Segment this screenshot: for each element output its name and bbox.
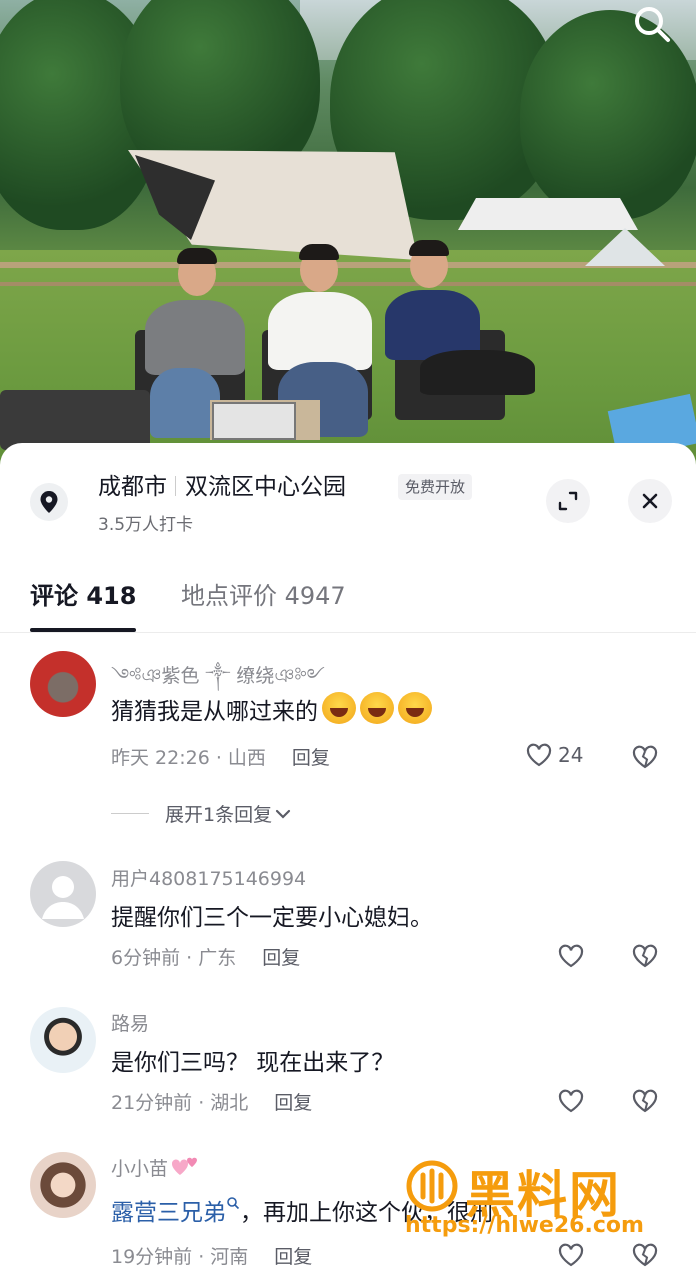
watermark-logo-icon (406, 1160, 458, 1212)
avatar[interactable] (30, 1152, 96, 1218)
dislike-button[interactable] (630, 1086, 660, 1116)
search-icon[interactable] (630, 2, 674, 46)
avatar[interactable] (30, 1007, 96, 1073)
reply-button[interactable]: 回复 (274, 1092, 312, 1114)
free-entry-badge: 免费开放 (398, 474, 473, 500)
person-hair (409, 240, 449, 256)
person-hair (299, 244, 339, 260)
username-text: 小小苗 (111, 1158, 169, 1180)
like-button[interactable]: 24 (524, 740, 583, 770)
watermark: 黑料网 https://hlwe26.com (405, 1155, 661, 1247)
map-pin-icon (30, 483, 68, 521)
location-photo[interactable] (0, 0, 696, 470)
close-icon (642, 493, 658, 509)
comment-meta: 6分钟前 · 广东 回复 (111, 943, 300, 970)
like-button[interactable] (556, 1086, 586, 1116)
like-count: 24 (558, 743, 584, 767)
comment-meta: 21分钟前 · 湖北 回复 (111, 1088, 312, 1115)
person-white-shirt (268, 292, 372, 370)
expand-icon (558, 491, 578, 511)
avatar[interactable] (30, 651, 96, 717)
avatar[interactable] (30, 861, 96, 927)
dislike-button[interactable] (630, 742, 660, 772)
comment-username[interactable]: 路易 (111, 1009, 149, 1036)
heart-icon (558, 944, 584, 968)
comment-meta: 昨天 22:26 · 山西 回复 (111, 743, 330, 770)
divider-line (111, 813, 149, 814)
person-shorts (420, 350, 535, 395)
comment-time-region: 昨天 22:26 · 山西 (111, 747, 266, 769)
title-divider (175, 476, 176, 496)
checkin-count: 3.5万人打卡 (98, 515, 194, 535)
reply-button[interactable]: 回复 (292, 747, 330, 769)
comment-username[interactable]: 小小苗 (111, 1154, 200, 1181)
watermark-url: https://hlwe26.com (405, 1213, 644, 1238)
mention-link[interactable]: 露营三兄弟 (111, 1200, 226, 1226)
person-grey-shirt (145, 300, 245, 375)
default-avatar-icon (42, 876, 84, 919)
comment-text: 提醒你们三个一定要小心媳妇。 (111, 905, 433, 931)
laughing-crying-emoji-icon (398, 692, 432, 724)
comment-text: 是你们三吗？ 现在出来了？ (111, 1050, 395, 1076)
comment-time-region: 19分钟前 · 河南 (111, 1246, 249, 1268)
broken-heart-icon (632, 944, 658, 968)
comment-time-region: 6分钟前 · 广东 (111, 947, 237, 969)
place-name: 双流区中心公园 (185, 474, 346, 500)
search-icon (227, 1197, 240, 1210)
close-button[interactable] (628, 479, 672, 523)
person-hair (177, 248, 217, 264)
city-name: 成都市 (98, 474, 167, 500)
chevron-down-icon (275, 809, 291, 819)
laughing-crying-emoji-icon (322, 692, 356, 724)
comment-text-content: 猜猜我是从哪过来的 (111, 699, 318, 725)
background-tarp (458, 198, 638, 230)
heart-icon (526, 743, 552, 767)
active-tab-indicator (30, 628, 136, 632)
comment-text: 猜猜我是从哪过来的 (111, 692, 432, 726)
tab-bar: 评论 418 地点评价 4947 (0, 570, 696, 633)
wagon-cart (0, 390, 150, 450)
heart-icon (558, 1089, 584, 1113)
reply-button[interactable]: 回复 (262, 947, 300, 969)
dislike-button[interactable] (630, 941, 660, 971)
expand-button[interactable] (546, 479, 590, 523)
like-button[interactable] (556, 941, 586, 971)
camp-stove (212, 402, 296, 440)
reply-button[interactable]: 回复 (274, 1246, 312, 1268)
expand-replies-label: 展开1条回复 (165, 804, 273, 826)
tab-place-reviews[interactable]: 地点评价 4947 (181, 578, 346, 614)
tab-comments[interactable]: 评论 418 (30, 578, 136, 614)
comment-time-region: 21分钟前 · 湖北 (111, 1092, 249, 1114)
comment-username[interactable]: 用户4808175146994 (111, 864, 306, 891)
background-tent (585, 228, 665, 266)
broken-heart-icon (632, 1089, 658, 1113)
pink-hearts-icon (171, 1157, 198, 1175)
expand-replies[interactable]: 展开1条回复 (111, 800, 294, 827)
comment-meta: 19分钟前 · 河南 回复 (111, 1242, 312, 1269)
fence (0, 282, 696, 286)
broken-heart-icon (632, 745, 658, 769)
location-title[interactable]: 成都市 双流区中心公园 (98, 470, 346, 504)
laughing-crying-emoji-icon (360, 692, 394, 724)
